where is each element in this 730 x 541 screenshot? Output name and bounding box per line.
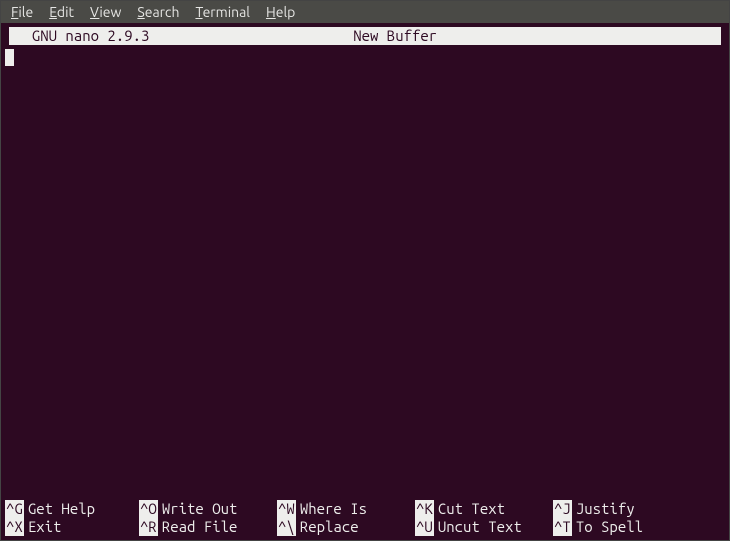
- nano-titlebar: GNU nano 2.9.3 New Buffer: [9, 27, 721, 45]
- menu-search[interactable]: Search: [129, 3, 187, 21]
- shortcut-get-help: ^GGet Help: [5, 500, 139, 518]
- shortcut-uncut-text: ^UUncut Text: [415, 518, 553, 536]
- shortcut-cut-text: ^KCut Text: [415, 500, 553, 518]
- shortcut-row-2: ^XExit ^RRead File ^\Replace ^UUncut Tex…: [5, 518, 725, 536]
- shortcut-where-is: ^WWhere Is: [277, 500, 415, 518]
- shortcut-read-file: ^RRead File: [139, 518, 277, 536]
- menu-edit[interactable]: Edit: [41, 3, 82, 21]
- shortcut-bar: ^GGet Help ^OWrite Out ^WWhere Is ^KCut …: [1, 500, 729, 540]
- shortcut-justify: ^JJustify: [553, 500, 691, 518]
- nano-buffer-name: New Buffer: [69, 27, 721, 45]
- shortcut-exit: ^XExit: [5, 518, 139, 536]
- shortcut-row-1: ^GGet Help ^OWrite Out ^WWhere Is ^KCut …: [5, 500, 725, 518]
- menu-terminal[interactable]: Terminal: [187, 3, 258, 21]
- text-cursor: [5, 49, 14, 66]
- shortcut-replace: ^\Replace: [277, 518, 415, 536]
- shortcut-to-spell: ^TTo Spell: [553, 518, 691, 536]
- terminal[interactable]: GNU nano 2.9.3 New Buffer ^GGet Help ^OW…: [1, 23, 729, 540]
- menu-view[interactable]: View: [82, 3, 129, 21]
- editor-area[interactable]: [1, 45, 729, 500]
- menu-help[interactable]: Help: [258, 3, 303, 21]
- menu-file[interactable]: File: [3, 3, 41, 21]
- menubar: File Edit View Search Terminal Help: [1, 1, 729, 23]
- shortcut-write-out: ^OWrite Out: [139, 500, 277, 518]
